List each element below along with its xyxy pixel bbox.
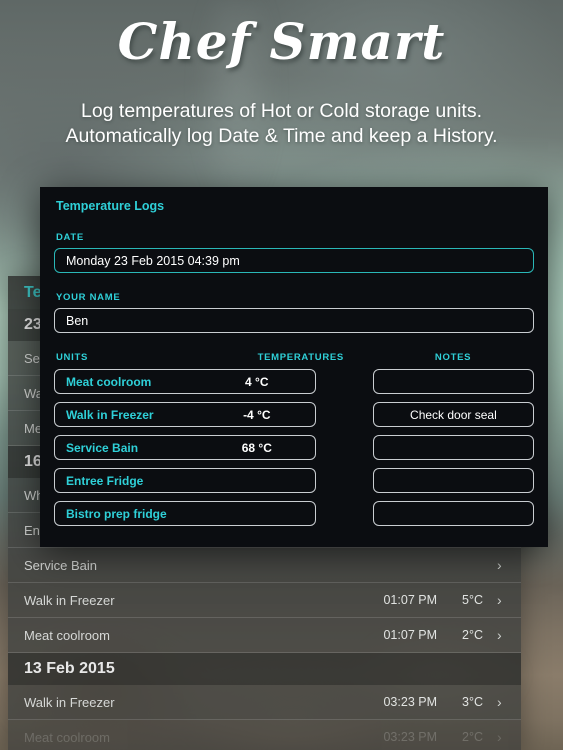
unit-temp-field[interactable]: Service Bain 68 °C (54, 435, 316, 460)
tagline-line-1: Log temperatures of Hot or Cold storage … (80, 100, 483, 122)
list-item-unit: Service Bain (24, 557, 97, 573)
list-item-unit: Meat coolroom (24, 627, 110, 643)
unit-name: Entree Fridge (66, 473, 144, 488)
note-field[interactable] (372, 369, 534, 394)
list-item[interactable]: Walk in Freezer 03:23 PM 3°C › (8, 685, 521, 720)
tagline-line-2: Automatically log Date & Time and keep a… (65, 125, 498, 147)
name-label: YOUR NAME (56, 292, 121, 303)
name-input[interactable]: Ben (54, 308, 534, 333)
tagline: Log temperatures of Hot or Cold storage … (0, 99, 563, 149)
list-item-time: 03:23 PM (383, 695, 437, 709)
list-item[interactable]: Meat coolroom 03:23 PM 2°C › (8, 720, 521, 750)
list-item-time: 01:07 PM (383, 593, 437, 607)
chevron-right-icon: › (497, 694, 502, 710)
table-row: Bistro prep fridge (54, 501, 534, 526)
list-item-temp: 3°C (462, 695, 483, 709)
unit-temperature: 68 °C (241, 440, 272, 455)
column-header-notes: NOTES (434, 352, 472, 363)
table-row: Service Bain 68 °C (54, 435, 534, 460)
unit-temp-field[interactable]: Meat coolroom 4 °C (54, 369, 316, 394)
date-input-value: Monday 23 Feb 2015 04:39 pm (66, 253, 240, 268)
chevron-right-icon: › (497, 557, 502, 573)
list-item-time: 03:23 PM (383, 730, 437, 744)
name-input-value: Ben (66, 313, 89, 328)
unit-temp-field[interactable]: Walk in Freezer -4 °C (54, 402, 316, 427)
list-item-temp: 2°C (462, 628, 483, 642)
unit-name: Meat coolroom (66, 374, 152, 389)
note-field[interactable]: Check door seal (372, 402, 534, 427)
app-root: Chef Smart Log temperatures of Hot or Co… (0, 0, 563, 750)
date-input[interactable]: Monday 23 Feb 2015 04:39 pm (54, 248, 534, 273)
date-label: DATE (56, 232, 84, 243)
list-item-time: 01:07 PM (383, 628, 437, 642)
list-item-temp: 5°C (462, 593, 483, 607)
unit-temp-field[interactable]: Entree Fridge (54, 468, 316, 493)
chevron-right-icon: › (497, 729, 502, 745)
list-item[interactable]: Walk in Freezer 01:07 PM 5°C › (8, 583, 521, 618)
column-header-temperatures: TEMPERATURES (257, 352, 344, 363)
list-item[interactable]: Service Bain › (8, 548, 521, 583)
table-row: Walk in Freezer -4 °C Check door seal (54, 402, 534, 427)
hero-section: Chef Smart Log temperatures of Hot or Co… (0, 0, 563, 149)
list-item-unit: Meat coolroom (24, 729, 110, 745)
history-date-header: 13 Feb 2015 (8, 653, 521, 685)
table-row: Meat coolroom 4 °C (54, 369, 534, 394)
list-item-temp: 2°C (462, 730, 483, 744)
table-row: Entree Fridge (54, 468, 534, 493)
unit-temperature: 4 °C (245, 374, 269, 389)
note-value: Check door seal (410, 407, 497, 422)
note-field[interactable] (372, 501, 534, 526)
column-headers: UNITS TEMPERATURES NOTES (54, 352, 534, 363)
list-item-unit: Walk in Freezer (24, 592, 115, 608)
app-title: Chef Smart (117, 12, 446, 71)
list-item[interactable]: Meat coolroom 01:07 PM 2°C › (8, 618, 521, 653)
column-header-units: UNITS (56, 352, 88, 363)
dialog-title: Temperature Logs (56, 199, 165, 213)
unit-temp-field[interactable]: Bistro prep fridge (54, 501, 316, 526)
unit-name: Service Bain (66, 440, 139, 455)
chevron-right-icon: › (497, 592, 502, 608)
unit-temperature: -4 °C (243, 407, 271, 422)
unit-rows: Meat coolroom 4 °C Walk in Freezer -4 °C… (54, 369, 534, 526)
unit-name: Walk in Freezer (66, 407, 154, 422)
temperature-log-dialog: Temperature Logs DATE Monday 23 Feb 2015… (40, 187, 548, 547)
unit-name: Bistro prep fridge (66, 506, 167, 521)
note-field[interactable] (372, 468, 534, 493)
list-item-unit: Walk in Freezer (24, 694, 115, 710)
chevron-right-icon: › (497, 627, 502, 643)
note-field[interactable] (372, 435, 534, 460)
